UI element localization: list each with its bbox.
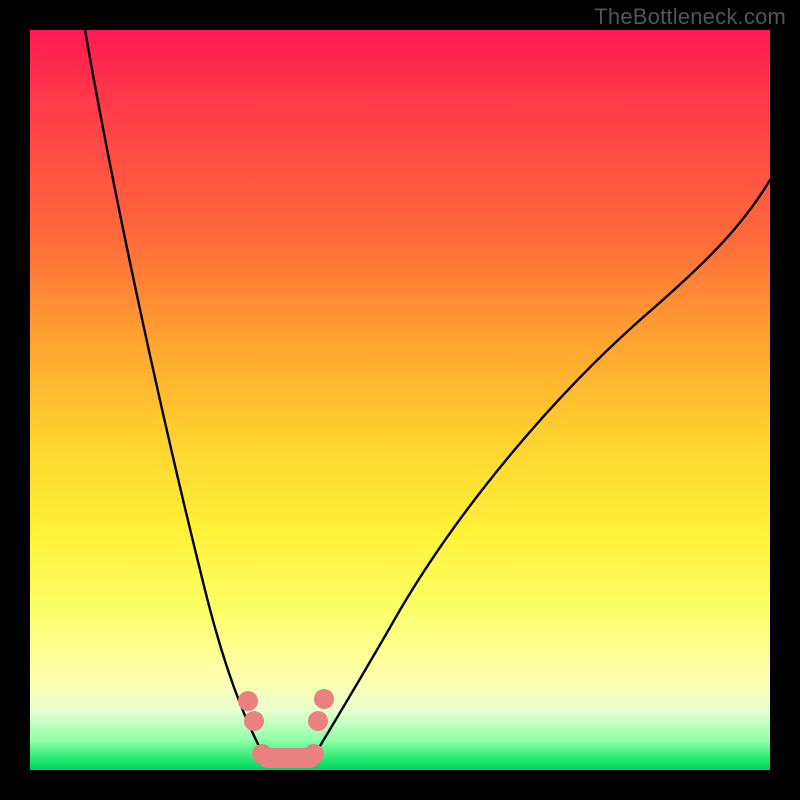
curve-layer — [30, 30, 770, 770]
marker-dot — [252, 744, 272, 764]
marker-dot — [238, 691, 258, 711]
left-branch-curve — [85, 30, 264, 756]
chart-frame: TheBottleneck.com — [0, 0, 800, 800]
plot-area — [30, 30, 770, 770]
marker-dot — [304, 744, 324, 764]
right-branch-curve — [314, 180, 770, 756]
marker-dot — [314, 689, 334, 709]
marker-dot — [308, 711, 328, 731]
watermark-label: TheBottleneck.com — [594, 4, 786, 30]
marker-dot — [244, 711, 264, 731]
